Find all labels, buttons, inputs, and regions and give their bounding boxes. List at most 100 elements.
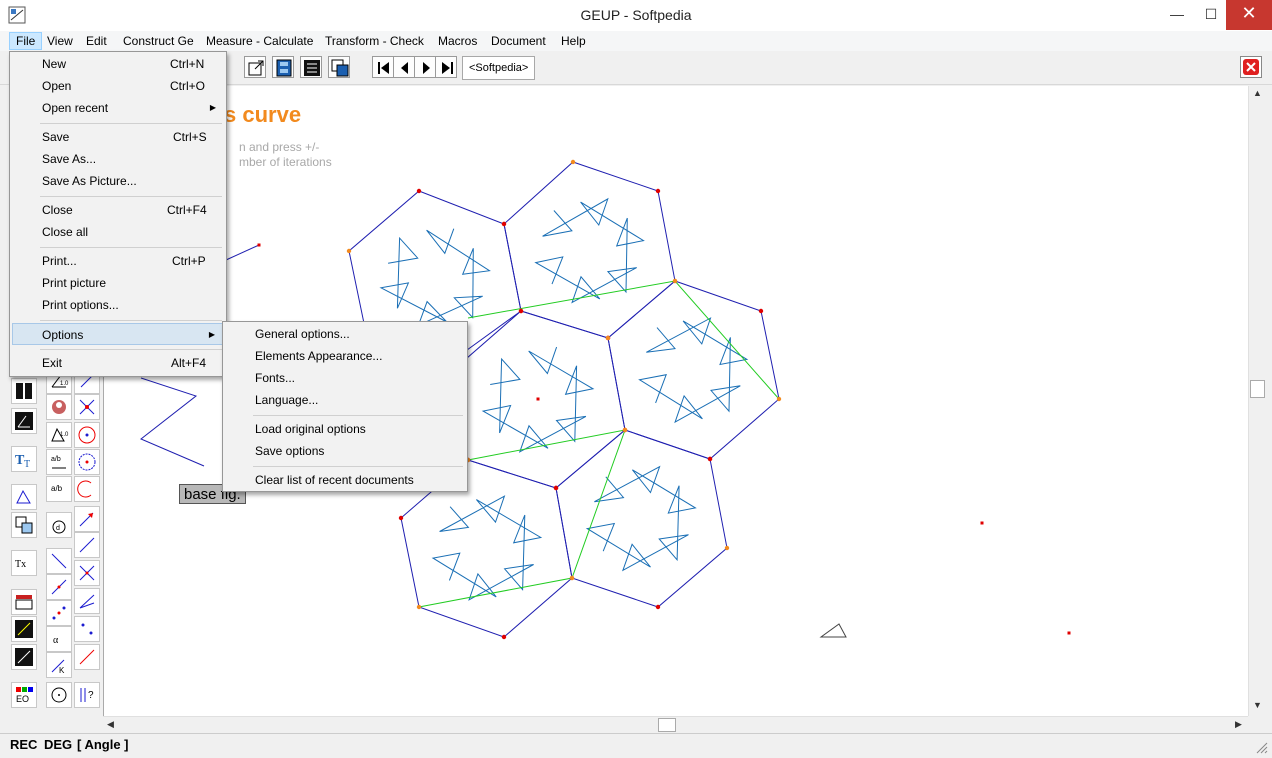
file-menu-open[interactable]: Open Ctrl+O [12, 75, 224, 97]
tool-angle-rays[interactable] [74, 588, 100, 614]
next-step-button[interactable] [414, 56, 436, 78]
menu-help[interactable]: Help [555, 32, 592, 50]
file-menu-save-as[interactable]: Save As... [12, 148, 224, 170]
tool-colors[interactable]: EO [11, 682, 37, 708]
tool-table[interactable] [11, 589, 37, 615]
vertex-point [655, 604, 661, 610]
prev-step-button[interactable] [393, 56, 415, 78]
file-menu-options[interactable]: Options ▶ [12, 323, 224, 345]
file-menu-print-options[interactable]: Print options... [12, 294, 224, 316]
film-button[interactable] [272, 56, 294, 78]
options-save[interactable]: Save options [225, 440, 465, 462]
windows-button[interactable] [328, 56, 350, 78]
file-menu-print-picture[interactable]: Print picture [12, 272, 224, 294]
menu-transform-check[interactable]: Transform - Check [319, 32, 430, 50]
tool-window[interactable] [11, 378, 37, 404]
tool-circle[interactable] [46, 682, 72, 708]
menu-document[interactable]: Document [485, 32, 552, 50]
options-elements-appearance[interactable]: Elements Appearance... [225, 345, 465, 367]
tool-triangle-measure[interactable]: 1.0 [46, 422, 72, 448]
tool-line[interactable] [74, 532, 100, 558]
options-clear-recent[interactable]: Clear list of recent documents [225, 469, 465, 491]
file-menu-exit[interactable]: Exit Alt+F4 [12, 352, 224, 374]
tool-alpha-angle[interactable]: α [46, 626, 72, 652]
tool-ratio[interactable]: a/b [46, 449, 72, 475]
circle-point-icon [78, 453, 96, 471]
tool-arc[interactable] [74, 476, 100, 502]
tool-angle-mark[interactable] [11, 408, 37, 434]
file-menu-print[interactable]: Print... Ctrl+P [12, 250, 224, 272]
first-step-button[interactable] [372, 56, 394, 78]
export-button[interactable] [244, 56, 266, 78]
menu-file[interactable]: File [9, 32, 43, 50]
status-bar: REC DEG [ Angle ] [0, 733, 1272, 758]
status-rec[interactable]: REC [8, 736, 39, 753]
tool-text[interactable]: TT [11, 446, 37, 472]
scroll-left-icon[interactable]: ◀ [107, 719, 114, 730]
document-tab[interactable]: <Softpedia> [462, 56, 536, 80]
file-menu-close-all[interactable]: Close all [12, 221, 224, 243]
point-on-icon [51, 579, 67, 595]
file-menu-close[interactable]: Close Ctrl+F4 [12, 199, 224, 221]
tool-distance[interactable]: d [46, 512, 72, 538]
tool-macro[interactable] [46, 394, 72, 420]
vertex-point [518, 308, 524, 314]
vertex-point [553, 485, 559, 491]
file-menu-open-label: Open [42, 79, 72, 93]
close-document-button[interactable] [1240, 56, 1262, 78]
menu-edit[interactable]: Edit [80, 32, 113, 50]
hexagon-4 [555, 429, 728, 608]
tool-reflect[interactable] [74, 394, 100, 420]
menu-view[interactable]: View [41, 32, 79, 50]
scroll-right-icon[interactable]: ▶ [1235, 719, 1242, 730]
scroll-up-icon[interactable]: ▲ [1253, 88, 1262, 98]
file-menu-save[interactable]: Save Ctrl+S [12, 126, 224, 148]
tool-triangle[interactable] [11, 484, 37, 510]
file-menu-exit-shortcut: Alt+F4 [171, 356, 207, 370]
tool-segment[interactable] [46, 548, 72, 574]
vertical-scrollbar[interactable]: ▲ ▼ [1248, 86, 1265, 716]
minimize-button[interactable]: — [1160, 0, 1194, 30]
maximize-button[interactable]: ☐ [1194, 0, 1228, 30]
tool-line-red[interactable] [74, 644, 100, 670]
file-menu-new[interactable]: New Ctrl+N [12, 53, 224, 75]
menu-macros[interactable]: Macros [432, 32, 483, 50]
vertex-point [398, 515, 404, 521]
tool-point-on[interactable] [46, 574, 72, 600]
options-load-original[interactable]: Load original options [225, 418, 465, 440]
file-menu-open-recent[interactable]: Open recent ▶ [12, 97, 224, 119]
last-step-button[interactable] [435, 56, 457, 78]
tool-points[interactable] [74, 616, 100, 642]
status-deg[interactable]: DEG [42, 736, 74, 753]
tool-circle-center[interactable] [74, 422, 100, 448]
tool-copy-figure[interactable] [11, 512, 37, 538]
options-general[interactable]: General options... [225, 323, 465, 345]
close-window-button[interactable]: ✕ [1226, 0, 1272, 30]
tool-zoom-fit[interactable] [11, 644, 37, 670]
hexagon-1 [503, 161, 676, 339]
menu-construct[interactable]: Construct Ge [117, 32, 200, 50]
horizontal-scroll-thumb[interactable] [658, 718, 676, 732]
tool-parallel-check[interactable]: ? [74, 682, 100, 708]
resize-grip-icon[interactable] [1256, 742, 1268, 754]
tool-k-point[interactable]: K [46, 652, 72, 678]
vertex-point [416, 188, 422, 194]
tool-vector[interactable] [74, 506, 100, 532]
menu-measure-calculate[interactable]: Measure - Calculate [200, 32, 319, 50]
tool-intersect[interactable] [74, 560, 100, 586]
tool-ab-ratio[interactable]: a/b [46, 476, 72, 502]
menu-separator [40, 320, 222, 321]
vertical-scroll-thumb[interactable] [1250, 380, 1265, 398]
horizontal-scrollbar[interactable]: ◀ ▶ [103, 716, 1248, 733]
scroll-down-icon[interactable]: ▼ [1253, 700, 1262, 710]
file-menu-save-as-picture[interactable]: Save As Picture... [12, 170, 224, 192]
tool-midpoint[interactable] [46, 600, 72, 626]
options-fonts[interactable]: Fonts... [225, 367, 465, 389]
step-list-button[interactable] [300, 56, 322, 78]
file-menu-save-shortcut: Ctrl+S [173, 130, 207, 144]
tool-circle-point[interactable] [74, 449, 100, 475]
options-language[interactable]: Language... [225, 389, 465, 411]
tool-text-format[interactable]: Tx [11, 550, 37, 576]
tool-background[interactable] [11, 616, 37, 642]
red-line-icon [79, 649, 95, 665]
